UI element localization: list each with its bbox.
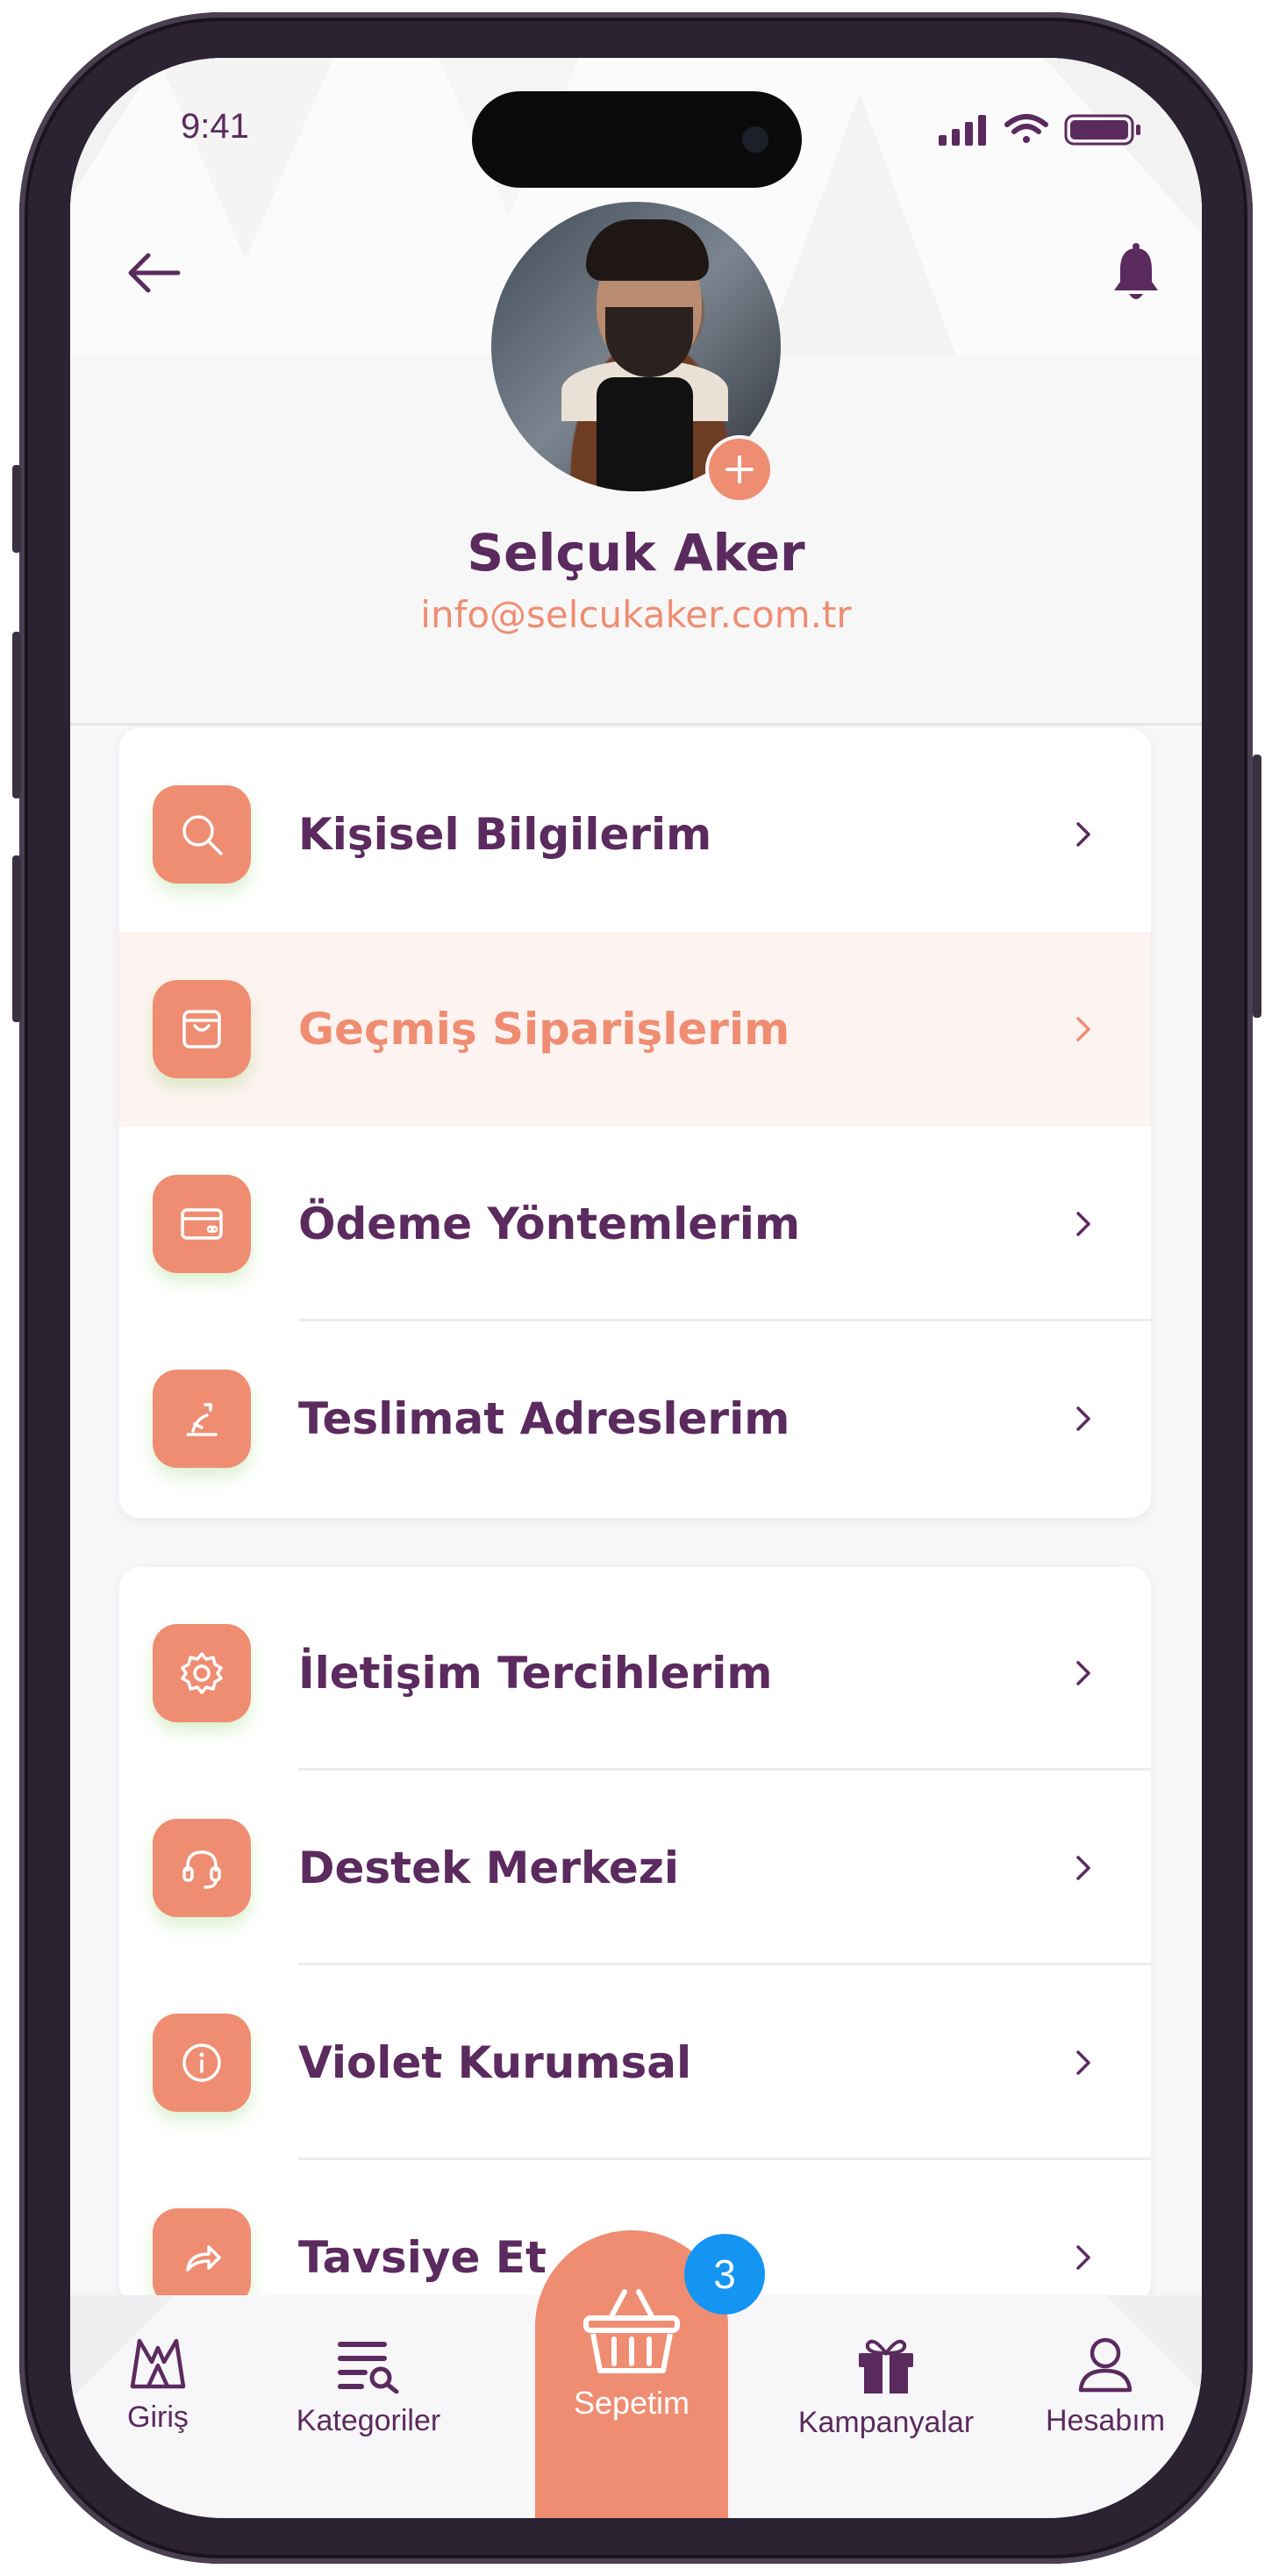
tab-label: Hesabım xyxy=(1045,2404,1166,2437)
status-icons xyxy=(939,111,1158,146)
chevron-right-icon xyxy=(1074,2160,1093,2304)
tab-home[interactable]: Giriş xyxy=(70,2336,254,2435)
gift-icon xyxy=(859,2339,913,2394)
notifications-button[interactable] xyxy=(1097,229,1176,317)
tab-label: Giriş xyxy=(127,2401,189,2434)
status-time: 9:41 xyxy=(181,107,249,146)
signal-icon xyxy=(939,115,986,146)
chevron-right-icon xyxy=(1074,1771,1093,1965)
menu-item-delivery-addresses[interactable]: Teslimat Adreslerim xyxy=(119,1321,1151,1516)
mute-switch xyxy=(12,465,21,553)
profile-header: 9:41 Selçuk Aker info@selcukaker.com.tr xyxy=(70,58,1202,726)
menu-item-label: Ödeme Yöntemlerim xyxy=(298,1199,801,1249)
home-icon xyxy=(130,2338,186,2389)
tab-label: Kampanyalar xyxy=(797,2406,975,2439)
menu-item-label: Geçmiş Siparişlerim xyxy=(298,1004,790,1055)
menu-item-label: Violet Kurumsal xyxy=(298,2037,692,2088)
chevron-right-icon xyxy=(1074,737,1093,932)
tab-categories[interactable]: Kategoriler xyxy=(272,2336,465,2438)
menu-item-label: Destek Merkezi xyxy=(298,1843,680,1893)
menu-item-payment-methods[interactable]: Ödeme Yöntemlerim xyxy=(119,1127,1151,1321)
tab-account[interactable]: Hesabım xyxy=(1018,2336,1193,2438)
menu-item-label: İletişim Tercihlerim xyxy=(298,1648,773,1699)
category-search-icon xyxy=(338,2342,399,2394)
share-icon xyxy=(153,2208,251,2304)
screen: 9:41 Selçuk Aker info@selcukaker.com.tr … xyxy=(70,58,1202,2518)
menu-item-personal-info[interactable]: Kişisel Bilgilerim xyxy=(119,737,1151,932)
delivery-location-icon xyxy=(153,1370,251,1468)
menu-item-label: Kişisel Bilgilerim xyxy=(298,809,712,860)
cart-count-badge: 3 xyxy=(684,2234,765,2315)
battery-icon xyxy=(1064,114,1140,146)
menu-item-label: Teslimat Adreslerim xyxy=(298,1393,790,1444)
chevron-right-icon xyxy=(1074,932,1093,1127)
volume-down-button xyxy=(12,855,21,1022)
info-icon xyxy=(153,2014,251,2112)
credit-card-icon xyxy=(153,1175,251,1273)
gear-icon xyxy=(153,1624,251,1722)
tab-label: Kategoriler xyxy=(296,2404,441,2437)
search-icon xyxy=(153,785,251,884)
user-icon xyxy=(1078,2337,1133,2393)
shopping-bag-icon xyxy=(153,980,251,1078)
chevron-right-icon xyxy=(1074,1965,1093,2160)
wifi-icon xyxy=(1004,114,1048,143)
basket-icon xyxy=(583,2289,680,2373)
menu-item-corporate[interactable]: Violet Kurumsal xyxy=(119,1965,1151,2160)
bell-icon xyxy=(1114,243,1158,299)
support-menu-card: İletişim Tercihlerim Destek Merkezi Viol… xyxy=(119,1567,1151,2304)
account-menu-card: Kişisel Bilgilerim Geçmiş Siparişlerim Ö… xyxy=(119,728,1151,1518)
volume-up-button xyxy=(12,632,21,798)
menu-item-label: Tavsiye Et xyxy=(298,2232,547,2283)
menu-item-support-center[interactable]: Destek Merkezi xyxy=(119,1771,1151,1965)
chevron-right-icon xyxy=(1074,1127,1093,1321)
add-photo-button[interactable] xyxy=(705,435,774,504)
chevron-right-icon xyxy=(1074,1576,1093,1771)
plus-icon xyxy=(725,455,754,483)
menu-item-communication-preferences[interactable]: İletişim Tercihlerim xyxy=(119,1576,1151,1771)
menu-item-past-orders[interactable]: Geçmiş Siparişlerim xyxy=(119,932,1151,1127)
dynamic-island xyxy=(472,91,802,188)
header-divider xyxy=(70,723,1202,726)
profile-email: info@selcukaker.com.tr xyxy=(420,593,852,636)
profile-name: Selçuk Aker xyxy=(467,523,805,583)
camera-icon xyxy=(742,126,768,153)
tab-campaigns[interactable]: Kampanyalar xyxy=(772,2336,1000,2440)
tab-label: Sepetim xyxy=(573,2385,690,2421)
chevron-right-icon xyxy=(1074,1321,1093,1516)
headset-icon xyxy=(153,1819,251,1917)
back-arrow-icon xyxy=(128,253,181,293)
back-button[interactable] xyxy=(114,233,193,312)
power-button xyxy=(1253,755,1261,1018)
